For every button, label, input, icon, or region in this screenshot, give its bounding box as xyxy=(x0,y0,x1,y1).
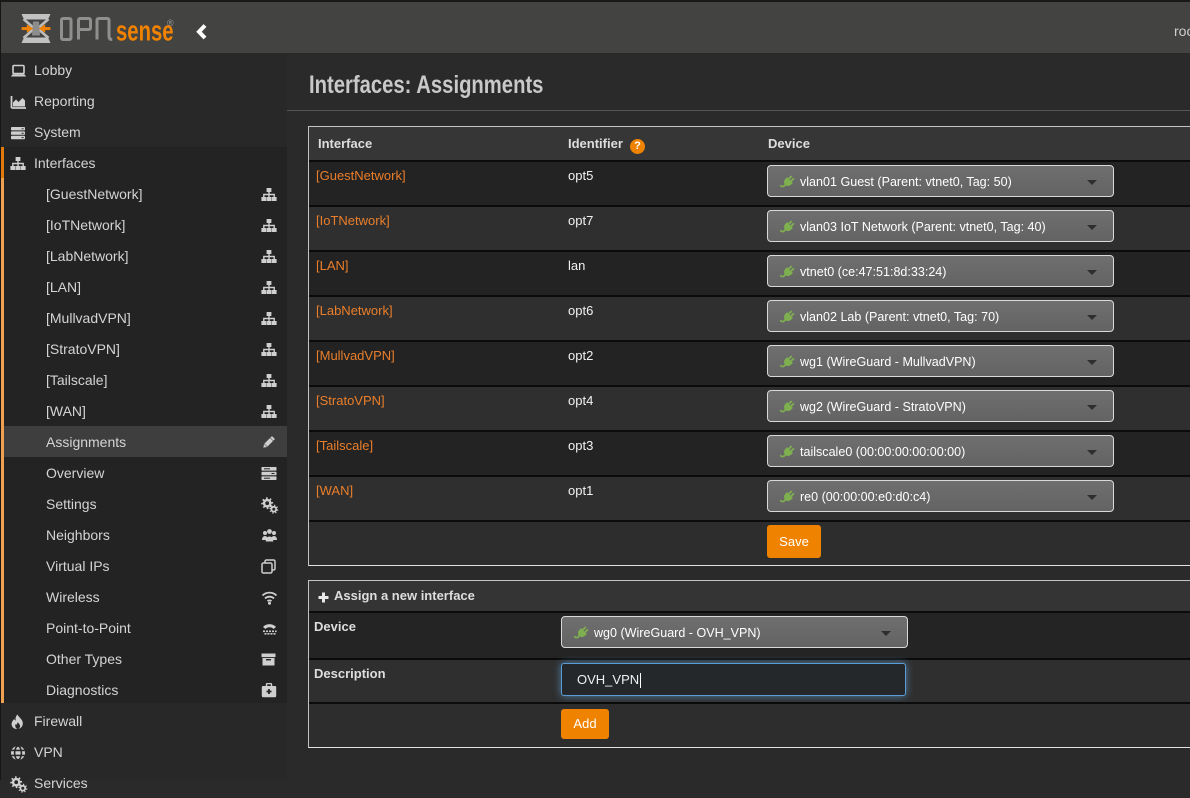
svg-text:sense: sense xyxy=(116,15,174,45)
svg-text:®: ® xyxy=(167,18,174,28)
